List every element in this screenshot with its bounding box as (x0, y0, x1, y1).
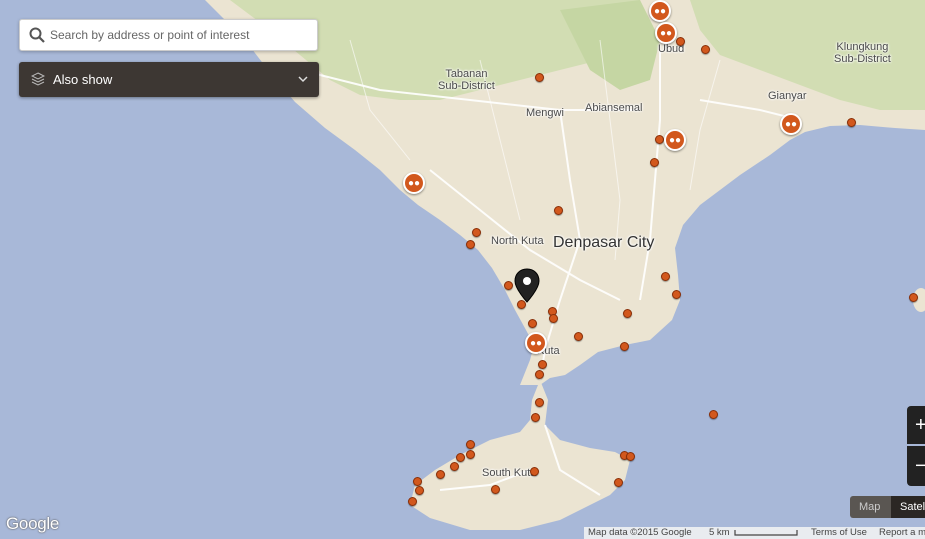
poi-marker[interactable] (909, 293, 918, 302)
map-footer: Map data ©2015 Google 5 km Terms of Use … (584, 527, 925, 539)
poi-marker[interactable] (620, 342, 629, 351)
place-label-mengwi: Mengwi (526, 107, 564, 119)
zoom-out-button[interactable]: − (907, 446, 925, 486)
poi-marker[interactable] (466, 240, 475, 249)
poi-marker[interactable] (709, 410, 718, 419)
poi-marker[interactable] (661, 272, 670, 281)
search-icon (29, 27, 45, 43)
scale-bar (734, 530, 798, 536)
google-logo[interactable]: Google (6, 514, 59, 534)
scale-label: 5 km (709, 527, 730, 538)
search-box[interactable] (19, 19, 318, 51)
map-type-satellite-button[interactable]: Satellite (891, 496, 925, 518)
place-label-denpasar: Denpasar City (553, 234, 655, 251)
place-label-south-kuta: South Kuta (482, 467, 537, 479)
search-input[interactable] (50, 20, 310, 50)
place-label-north-kuta: North Kuta (491, 235, 544, 247)
poi-marker[interactable] (538, 360, 547, 369)
poi-marker[interactable] (847, 118, 856, 127)
poi-marker[interactable] (676, 37, 685, 46)
poi-marker[interactable] (535, 73, 544, 82)
location-pin-icon[interactable] (514, 268, 540, 304)
poi-marker[interactable] (535, 398, 544, 407)
poi-marker[interactable] (415, 486, 424, 495)
attraction-marker-binoculars-icon[interactable]: ●● (525, 332, 547, 354)
poi-marker[interactable] (436, 470, 445, 479)
layers-icon (31, 72, 45, 86)
report-link[interactable]: Report a map error (879, 527, 925, 539)
attraction-marker-binoculars-icon[interactable]: ●● (655, 22, 677, 44)
poi-marker[interactable] (472, 228, 481, 237)
poi-marker[interactable] (650, 158, 659, 167)
poi-marker[interactable] (535, 370, 544, 379)
poi-marker[interactable] (574, 332, 583, 341)
poi-marker[interactable] (623, 309, 632, 318)
poi-marker[interactable] (554, 206, 563, 215)
poi-marker[interactable] (528, 319, 537, 328)
poi-marker[interactable] (413, 477, 422, 486)
poi-marker[interactable] (530, 467, 539, 476)
place-label-abiansemal: Abiansemal (585, 102, 643, 114)
attraction-marker-binoculars-icon[interactable]: ●● (780, 113, 802, 135)
attraction-marker-binoculars-icon[interactable]: ●● (649, 0, 671, 22)
poi-marker[interactable] (549, 314, 558, 323)
attraction-marker-binoculars-icon[interactable]: ●● (403, 172, 425, 194)
poi-marker[interactable] (466, 450, 475, 459)
also-show-label: Also show (53, 72, 113, 87)
place-label-tabanan: Tabanan Sub-District (438, 68, 495, 92)
place-label-klungkung: Klungkung Sub-District (834, 41, 891, 65)
poi-marker[interactable] (491, 485, 500, 494)
poi-marker[interactable] (614, 478, 623, 487)
poi-marker[interactable] (504, 281, 513, 290)
poi-marker[interactable] (531, 413, 540, 422)
poi-marker[interactable] (672, 290, 681, 299)
terms-link[interactable]: Terms of Use (811, 527, 867, 539)
map-type-satellite-label: Satellite (900, 501, 925, 513)
attraction-marker-binoculars-icon[interactable]: ●● (664, 129, 686, 151)
poi-marker[interactable] (626, 452, 635, 461)
poi-marker[interactable] (701, 45, 710, 54)
poi-marker[interactable] (408, 497, 417, 506)
poi-marker[interactable] (466, 440, 475, 449)
map-type-map-button[interactable]: Map (850, 496, 891, 518)
place-label-gianyar: Gianyar (768, 90, 807, 102)
chevron-down-icon (298, 76, 308, 83)
also-show-dropdown[interactable]: Also show (19, 62, 319, 97)
poi-marker[interactable] (450, 462, 459, 471)
map-data-attribution: Map data ©2015 Google (588, 527, 692, 538)
poi-marker[interactable] (456, 453, 465, 462)
zoom-in-button[interactable]: + (907, 406, 925, 444)
poi-marker[interactable] (655, 135, 664, 144)
